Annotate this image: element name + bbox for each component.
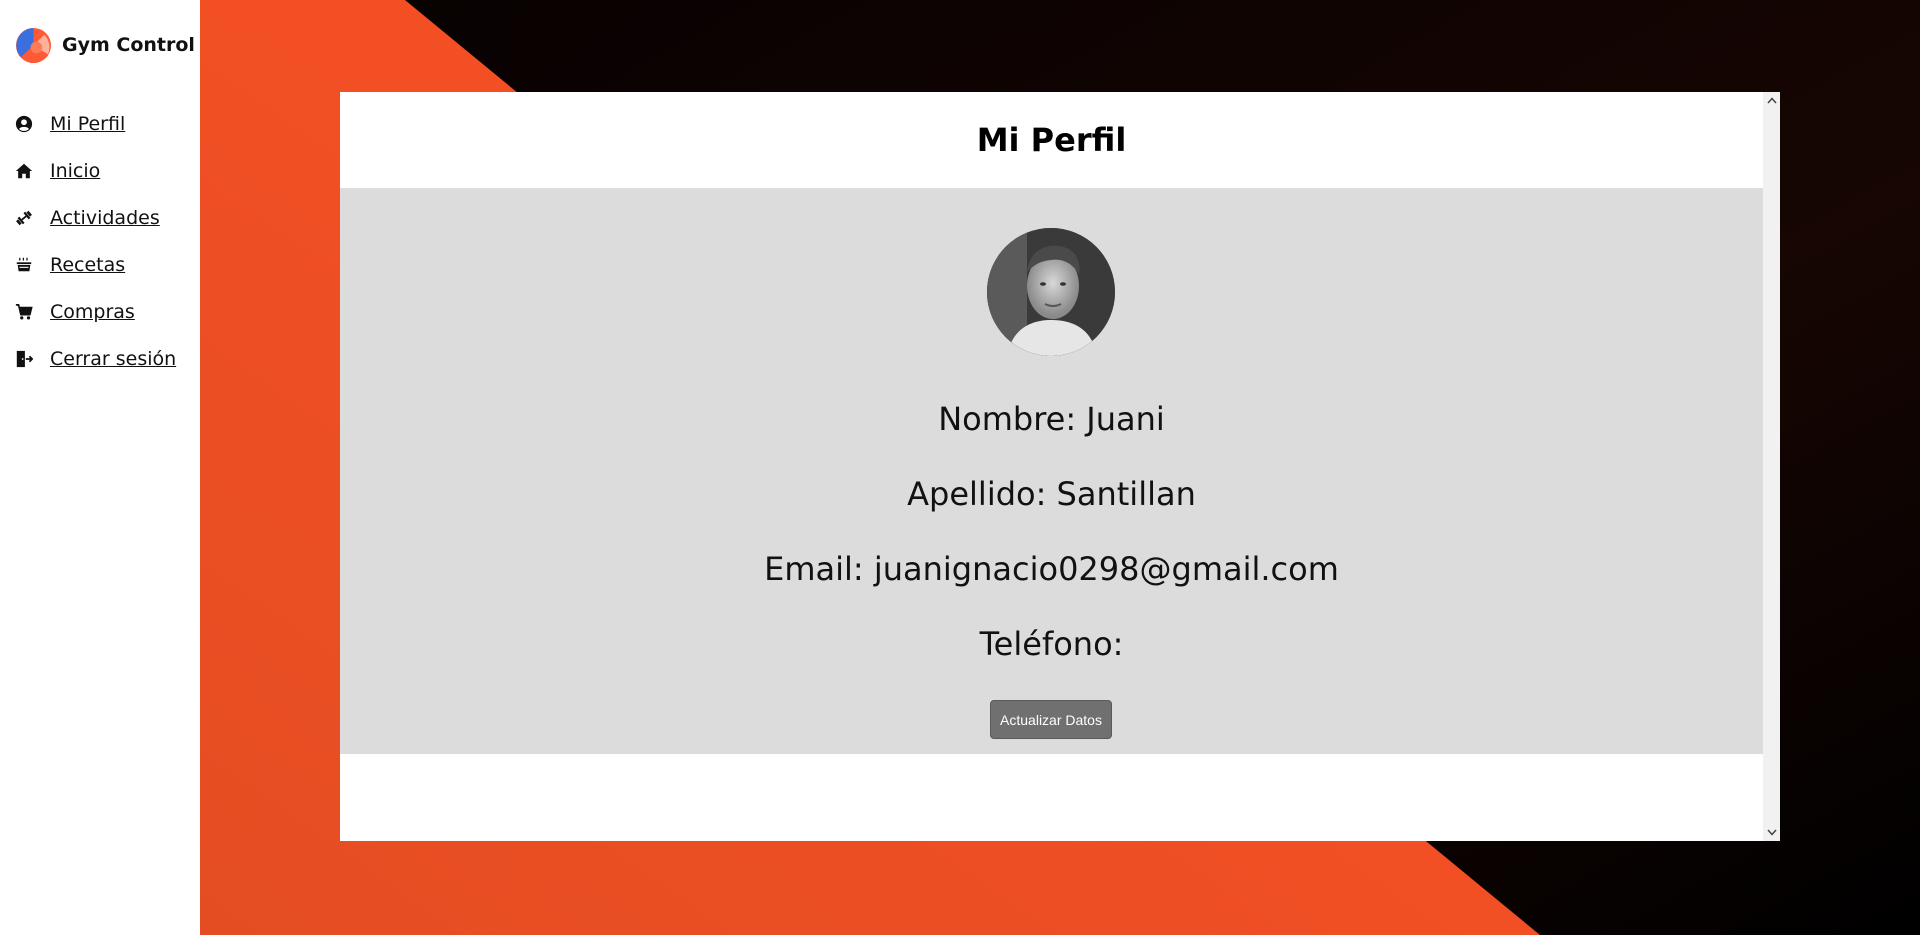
profile-telefono: Teléfono:: [979, 625, 1124, 663]
sidebar: Gym Control Mi Perfil Inicio Actividades…: [0, 0, 200, 935]
home-icon: [15, 161, 35, 181]
shopping-cart-icon: [15, 302, 35, 322]
sidebar-item-cerrar-sesion[interactable]: Cerrar sesión: [15, 335, 176, 382]
update-data-button[interactable]: Actualizar Datos: [990, 700, 1112, 739]
brand-name: Gym Control: [62, 34, 195, 56]
vertical-scrollbar[interactable]: [1763, 92, 1780, 841]
sidebar-item-recetas[interactable]: Recetas: [15, 241, 176, 288]
scroll-down-icon[interactable]: [1763, 824, 1780, 841]
sidebar-item-compras[interactable]: Compras: [15, 288, 176, 335]
gym-control-logo: [15, 27, 52, 63]
sidebar-item-actividades[interactable]: Actividades: [15, 194, 176, 241]
sidebar-item-label[interactable]: Compras: [50, 301, 135, 323]
sidebar-item-mi-perfil[interactable]: Mi Perfil: [15, 100, 176, 147]
profile-nombre: Nombre: Juani: [938, 400, 1165, 438]
logout-door-icon: [15, 349, 35, 369]
sidebar-item-label[interactable]: Mi Perfil: [50, 113, 125, 135]
sidebar-item-inicio[interactable]: Inicio: [15, 147, 176, 194]
cooking-pot-icon: [15, 255, 35, 275]
sidebar-item-label[interactable]: Inicio: [50, 160, 100, 182]
profile-card: Mi Perfil Nombre: Juani Apellido: Santil…: [340, 92, 1780, 841]
sidebar-item-label[interactable]: Actividades: [50, 207, 160, 229]
scroll-up-icon[interactable]: [1763, 92, 1780, 109]
sidebar-item-label[interactable]: Cerrar sesión: [50, 348, 176, 370]
user-circle-icon: [15, 114, 35, 134]
brand[interactable]: Gym Control: [15, 26, 195, 64]
avatar: [987, 228, 1115, 356]
profile-apellido: Apellido: Santillan: [907, 475, 1196, 513]
profile-email: Email: juanignacio0298@gmail.com: [764, 550, 1339, 588]
page-title: Mi Perfil: [976, 121, 1127, 159]
sidebar-item-label[interactable]: Recetas: [50, 254, 125, 276]
dumbbell-icon: [15, 208, 35, 228]
profile-panel: Nombre: Juani Apellido: Santillan Email:…: [340, 188, 1763, 754]
sidebar-nav: Mi Perfil Inicio Actividades Recetas Com…: [15, 100, 176, 382]
